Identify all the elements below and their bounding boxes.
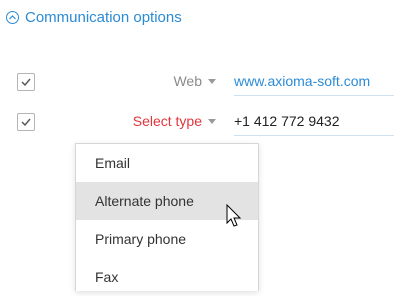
mouse-cursor-icon	[226, 204, 242, 227]
caret-down-icon	[208, 118, 216, 124]
value-underline	[234, 95, 394, 96]
checkmark-icon	[21, 118, 31, 126]
caret-down-icon	[208, 78, 216, 84]
type-selector-web[interactable]: Web	[173, 73, 216, 89]
communication-row-select-type: Select type +1 412 772 9432	[0, 110, 394, 136]
value-link-web[interactable]: www.axioma-soft.com	[234, 73, 394, 89]
type-label: Select type	[132, 113, 202, 129]
type-label: Web	[173, 73, 202, 89]
type-selector-select-type[interactable]: Select type	[133, 113, 216, 129]
value-phone-field[interactable]: +1 412 772 9432	[234, 113, 394, 129]
option-label: Email	[95, 155, 131, 171]
checkmark-icon	[21, 78, 31, 86]
row-checkbox[interactable]	[17, 113, 35, 131]
section-header-communication-options[interactable]: Communication options	[6, 6, 182, 28]
option-label: Primary phone	[95, 231, 187, 247]
section-title: Communication options	[25, 8, 182, 26]
value-underline	[234, 135, 394, 136]
option-label: Fax	[95, 269, 119, 285]
row-checkbox[interactable]	[17, 73, 35, 91]
option-label: Alternate phone	[95, 193, 194, 209]
dropdown-option-email[interactable]: Email	[76, 144, 258, 182]
chevron-up-circle-icon[interactable]	[6, 10, 19, 24]
communication-row-web: Web www.axioma-soft.com	[0, 70, 394, 96]
dropdown-option-fax[interactable]: Fax	[76, 258, 258, 296]
